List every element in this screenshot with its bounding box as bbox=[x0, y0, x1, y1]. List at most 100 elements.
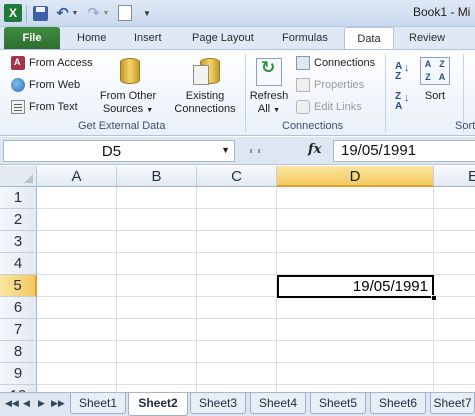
existing-connections-button[interactable]: Existing Connections bbox=[166, 54, 244, 116]
gridline bbox=[196, 187, 197, 392]
sheet-tab-5[interactable]: Sheet5 bbox=[310, 393, 366, 414]
first-sheet-icon[interactable]: ◀◀ bbox=[5, 398, 19, 409]
row-header-6[interactable]: 6 bbox=[0, 297, 37, 319]
row-header-7[interactable]: 7 bbox=[0, 319, 37, 341]
column-header-d[interactable]: D bbox=[277, 166, 434, 187]
from-web-button[interactable]: From Web bbox=[11, 76, 80, 94]
cell-value: 19/05/1991 bbox=[352, 278, 428, 295]
redo-icon[interactable]: ↷ bbox=[86, 4, 101, 22]
refresh-icon bbox=[256, 58, 282, 86]
from-text-label: From Text bbox=[29, 101, 78, 113]
undo-dropdown-icon[interactable]: ▼ bbox=[71, 4, 79, 22]
chevron-down-icon[interactable]: ▼ bbox=[221, 145, 230, 155]
gridline bbox=[37, 208, 475, 209]
from-text-button[interactable]: From Text bbox=[11, 98, 78, 116]
chevron-down-icon: ▼ bbox=[273, 107, 281, 114]
tab-data[interactable]: Data bbox=[344, 27, 394, 51]
sort-icon: A Z Z A bbox=[420, 57, 450, 85]
active-cell-d5[interactable]: 19/05/1991 bbox=[277, 275, 434, 298]
sort-z-letter: Z bbox=[395, 71, 402, 82]
column-header-e[interactable]: E bbox=[434, 166, 475, 187]
edit-links-button[interactable]: Edit Links bbox=[296, 98, 362, 116]
sort-button[interactable]: A Z Z A Sort bbox=[416, 54, 454, 103]
row-header-9[interactable]: 9 bbox=[0, 363, 37, 385]
formula-bar-controls: fx bbox=[244, 140, 332, 162]
column-header-b[interactable]: B bbox=[117, 166, 197, 187]
column-header-a[interactable]: A bbox=[37, 166, 117, 187]
gridline bbox=[37, 252, 475, 253]
window-title: Book1 - Mi bbox=[413, 5, 471, 19]
connections-button[interactable]: Connections bbox=[296, 54, 375, 72]
properties-button[interactable]: Properties bbox=[296, 76, 364, 94]
row-header-5[interactable]: 5 bbox=[0, 275, 37, 297]
ribbon-tabs: File Home Insert Page Layout Formulas Da… bbox=[0, 27, 475, 51]
gridline bbox=[37, 340, 475, 341]
name-box[interactable]: D5 ▼ bbox=[3, 140, 235, 162]
tab-file[interactable]: File bbox=[4, 27, 60, 49]
next-sheet-icon[interactable]: ▶ bbox=[36, 398, 47, 409]
insert-function-icon[interactable]: fx bbox=[308, 142, 321, 157]
gridline bbox=[37, 318, 475, 319]
refresh-all-label-1: Refresh bbox=[249, 90, 289, 102]
tab-home[interactable]: Home bbox=[77, 30, 106, 50]
sort-grid-cell: Z bbox=[425, 72, 431, 82]
sort-a-letter: A bbox=[395, 101, 403, 112]
group-separator bbox=[385, 54, 386, 132]
tab-review[interactable]: Review bbox=[409, 30, 445, 50]
ribbon: From Access From Web From Text From Othe… bbox=[0, 49, 475, 136]
row-header-8[interactable]: 8 bbox=[0, 341, 37, 363]
sheet-tab-4[interactable]: Sheet4 bbox=[250, 393, 306, 414]
sheet-tab-bar: ◀◀ ◀ ▶ ▶▶ Sheet1 Sheet2 Sheet3 Sheet4 Sh… bbox=[0, 392, 475, 416]
gridline bbox=[116, 187, 117, 392]
from-access-button[interactable]: From Access bbox=[11, 54, 93, 72]
undo-icon[interactable]: ↶ bbox=[55, 4, 70, 22]
sheet-tab-1[interactable]: Sheet1 bbox=[70, 393, 126, 414]
title-bar: X ↶ ▼ ↷ ▼ ▼ Book1 - Mi bbox=[0, 0, 475, 27]
print-preview-icon[interactable] bbox=[118, 5, 132, 21]
formula-bar: D5 ▼ fx 19/05/1991 bbox=[0, 137, 475, 165]
row-header-10[interactable]: 10 bbox=[0, 385, 37, 392]
group-label-connections: Connections bbox=[282, 120, 344, 132]
fill-handle[interactable] bbox=[431, 295, 437, 301]
column-header-c[interactable]: C bbox=[197, 166, 277, 187]
properties-icon bbox=[296, 78, 310, 92]
from-other-sources-label-2: Sources bbox=[102, 103, 144, 115]
row-header-2[interactable]: 2 bbox=[0, 209, 37, 231]
existing-connections-label-2: Connections bbox=[174, 103, 236, 115]
worksheet-grid: A B C D E 1 2 3 4 5 6 7 8 9 10 19/05/199… bbox=[0, 166, 475, 392]
redo-dropdown-icon[interactable]: ▼ bbox=[102, 4, 110, 22]
gridline bbox=[37, 230, 475, 231]
tab-insert[interactable]: Insert bbox=[134, 30, 162, 50]
gridline bbox=[37, 362, 475, 363]
select-all-button[interactable] bbox=[0, 166, 37, 187]
link-icon bbox=[296, 100, 310, 114]
arrow-down-icon: ↓ bbox=[404, 92, 410, 104]
sheet-tab-6[interactable]: Sheet6 bbox=[370, 393, 426, 414]
tab-page-layout[interactable]: Page Layout bbox=[192, 30, 254, 50]
refresh-all-button[interactable]: Refresh All ▼ bbox=[246, 54, 292, 117]
name-box-value: D5 bbox=[101, 143, 122, 160]
formula-input[interactable]: 19/05/1991 bbox=[333, 140, 475, 162]
last-sheet-icon[interactable]: ▶▶ bbox=[51, 398, 65, 409]
from-other-sources-button[interactable]: From Other Sources ▼ bbox=[96, 54, 160, 117]
sheet-tab-2[interactable]: Sheet2 bbox=[128, 393, 188, 416]
sheet-tab-3[interactable]: Sheet3 bbox=[190, 393, 246, 414]
sort-grid-cell: A bbox=[424, 59, 432, 69]
from-other-sources-label-1: From Other bbox=[99, 90, 157, 102]
excel-logo-icon[interactable]: X bbox=[4, 4, 22, 22]
globe-icon bbox=[11, 78, 25, 92]
connections-icon bbox=[296, 56, 310, 70]
row-header-1[interactable]: 1 bbox=[0, 187, 37, 209]
row-header-4[interactable]: 4 bbox=[0, 253, 37, 275]
sort-descending-button[interactable]: Z A ↓ bbox=[393, 90, 410, 116]
tab-formulas[interactable]: Formulas bbox=[282, 30, 328, 50]
row-header-3[interactable]: 3 bbox=[0, 231, 37, 253]
resize-handle-icon[interactable] bbox=[250, 149, 260, 153]
from-web-label: From Web bbox=[29, 79, 81, 91]
customize-toolbar-icon[interactable]: ▼ bbox=[142, 4, 152, 22]
connections-label: Connections bbox=[314, 57, 376, 69]
prev-sheet-icon[interactable]: ◀ bbox=[21, 398, 32, 409]
sheet-tab-7[interactable]: Sheet7 bbox=[430, 393, 475, 414]
gridline bbox=[37, 384, 475, 385]
save-icon[interactable] bbox=[33, 6, 48, 21]
